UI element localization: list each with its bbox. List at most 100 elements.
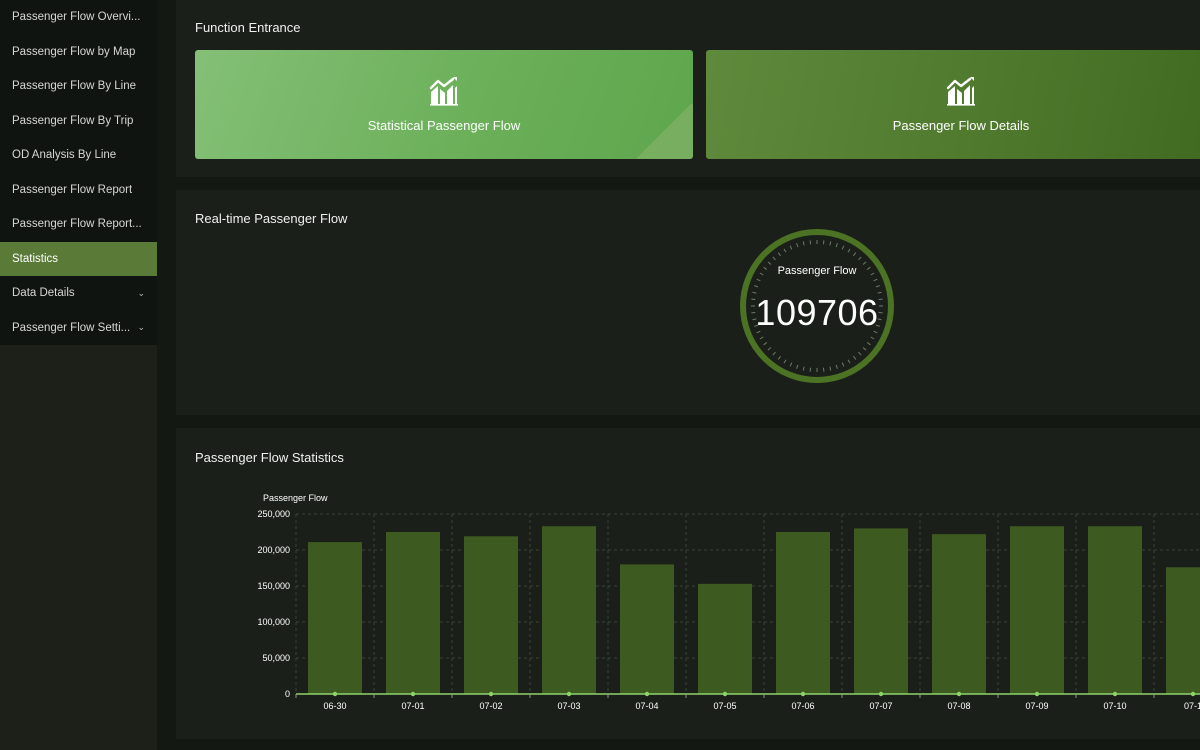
gauge-caption: Passenger Flow	[777, 265, 857, 277]
bar-chart-trend-icon	[946, 77, 975, 106]
bar	[854, 528, 908, 694]
gauge-tick	[802, 366, 805, 371]
x-tick-label: 07-1	[1184, 701, 1200, 711]
gauge-tick	[829, 366, 832, 371]
passenger-flow-details-label: Passenger Flow Details	[892, 118, 1030, 133]
gauge-tick	[870, 336, 875, 340]
sidebar-item-label: Data Details	[12, 287, 75, 300]
sidebar-item[interactable]: Passenger Flow By Trip	[0, 104, 157, 139]
sidebar-item-label: Passenger Flow Report...	[12, 218, 142, 231]
passenger-flow-details-button[interactable]: Passenger Flow Details	[706, 50, 1200, 159]
passenger-flow-gauge: Passenger Flow 109706	[737, 226, 897, 386]
baseline-point	[644, 691, 650, 697]
bar	[386, 532, 440, 694]
gauge-tick	[802, 241, 805, 246]
y-tick-label: 250,000	[257, 509, 290, 519]
gauge-tick	[796, 243, 799, 248]
gauge-tick	[873, 278, 878, 282]
x-tick-label: 07-10	[1103, 701, 1126, 711]
gauge-tick	[783, 248, 787, 253]
chevron-down-icon: ⌄	[137, 322, 145, 333]
x-tick-label: 07-03	[557, 701, 580, 711]
gauge-tick	[763, 342, 768, 346]
bar	[620, 564, 674, 694]
gauge-tick	[772, 256, 776, 261]
x-tick-label: 06-30	[323, 701, 346, 711]
gauge-tick	[777, 252, 781, 257]
realtime-passenger-flow-panel: Real-time Passenger Flow Passenger Flow …	[176, 190, 1200, 415]
x-tick-label: 07-06	[791, 701, 814, 711]
sidebar-item[interactable]: Passenger Flow Overvi...	[0, 0, 157, 35]
gauge-tick	[841, 362, 845, 367]
gauge-tick	[796, 364, 799, 369]
baseline-point	[800, 691, 806, 697]
gauge-tick	[866, 342, 871, 346]
sidebar-item-label: Passenger Flow By Line	[12, 80, 137, 93]
statistical-passenger-flow-button[interactable]: Statistical Passenger Flow	[195, 50, 693, 159]
statistical-passenger-flow-label: Statistical Passenger Flow	[367, 118, 521, 133]
x-tick-label: 07-04	[635, 701, 658, 711]
gauge-tick	[783, 359, 787, 364]
gauge-tick	[853, 252, 857, 257]
sidebar-item[interactable]: Passenger Flow By Line	[0, 69, 157, 104]
bar	[308, 542, 362, 694]
bar	[542, 526, 596, 694]
baseline-point	[878, 691, 884, 697]
baseline-point	[332, 691, 338, 697]
gauge-tick	[858, 351, 862, 356]
sidebar-item-label: Passenger Flow by Map	[12, 45, 136, 58]
realtime-title: Real-time Passenger Flow	[195, 211, 348, 226]
baseline-point	[566, 691, 572, 697]
bar	[464, 536, 518, 694]
gauge-tick	[777, 355, 781, 360]
sidebar-menu: Passenger Flow Overvi... Passenger Flow b…	[0, 0, 157, 345]
x-tick-label: 07-08	[947, 701, 970, 711]
gauge-tick	[754, 285, 759, 288]
gauge-tick	[767, 347, 772, 351]
x-tick-label: 07-02	[479, 701, 502, 711]
x-tick-label: 07-01	[401, 701, 424, 711]
y-tick-label: 50,000	[262, 653, 290, 663]
gauge-tick	[789, 362, 793, 367]
gauge-tick	[829, 241, 832, 246]
gauge-tick	[862, 347, 867, 351]
gauge-tick	[847, 359, 851, 364]
baseline-point	[1190, 691, 1196, 697]
sidebar-item[interactable]: Passenger Flow Report	[0, 173, 157, 208]
baseline-point	[1034, 691, 1040, 697]
sidebar-item[interactable]: Passenger Flow Setti... ⌄	[0, 311, 157, 346]
sidebar-item-label: Passenger Flow By Trip	[12, 114, 134, 127]
app-window: Passenger Flow Overvi... Passenger Flow b…	[0, 0, 1200, 750]
bar	[1166, 567, 1200, 694]
sidebar-item-label: Passenger Flow Setti...	[12, 321, 131, 334]
sidebar-item[interactable]: Passenger Flow Report...	[0, 207, 157, 242]
sidebar-item-label: Passenger Flow Overvi...	[12, 11, 141, 24]
gauge-tick	[756, 278, 761, 282]
y-axis-label: Passenger Flow	[263, 493, 328, 503]
sidebar-item-label: OD Analysis By Line	[12, 149, 117, 162]
baseline-point	[956, 691, 962, 697]
gauge-tick	[875, 285, 880, 288]
gauge-tick	[835, 364, 838, 369]
sidebar-item-label: Passenger Flow Report	[12, 183, 133, 196]
function-entrance-title: Function Entrance	[195, 20, 301, 35]
baseline-point	[722, 691, 728, 697]
bar	[1010, 526, 1064, 694]
gauge-tick	[841, 245, 845, 250]
sidebar-item-label: Statistics	[12, 252, 59, 265]
sidebar: Passenger Flow Overvi... Passenger Flow b…	[0, 0, 157, 750]
sidebar-item[interactable]: Data Details ⌄	[0, 276, 157, 311]
sidebar-item[interactable]: Statistics	[0, 241, 157, 276]
gauge-tick	[789, 245, 793, 250]
gauge-tick	[835, 243, 838, 248]
gauge-tick	[759, 336, 764, 340]
y-tick-label: 200,000	[257, 545, 290, 555]
y-tick-label: 150,000	[257, 581, 290, 591]
sidebar-item[interactable]: OD Analysis By Line	[0, 138, 157, 173]
sidebar-item[interactable]: Passenger Flow by Map	[0, 35, 157, 70]
bar-chart-trend-icon	[429, 77, 458, 106]
baseline-point	[1112, 691, 1118, 697]
bar	[1088, 526, 1142, 694]
baseline-point	[410, 691, 416, 697]
passenger-flow-bar-chart: Passenger Flow 0 50,000 100,000 150,000 200,0…	[257, 493, 1200, 711]
